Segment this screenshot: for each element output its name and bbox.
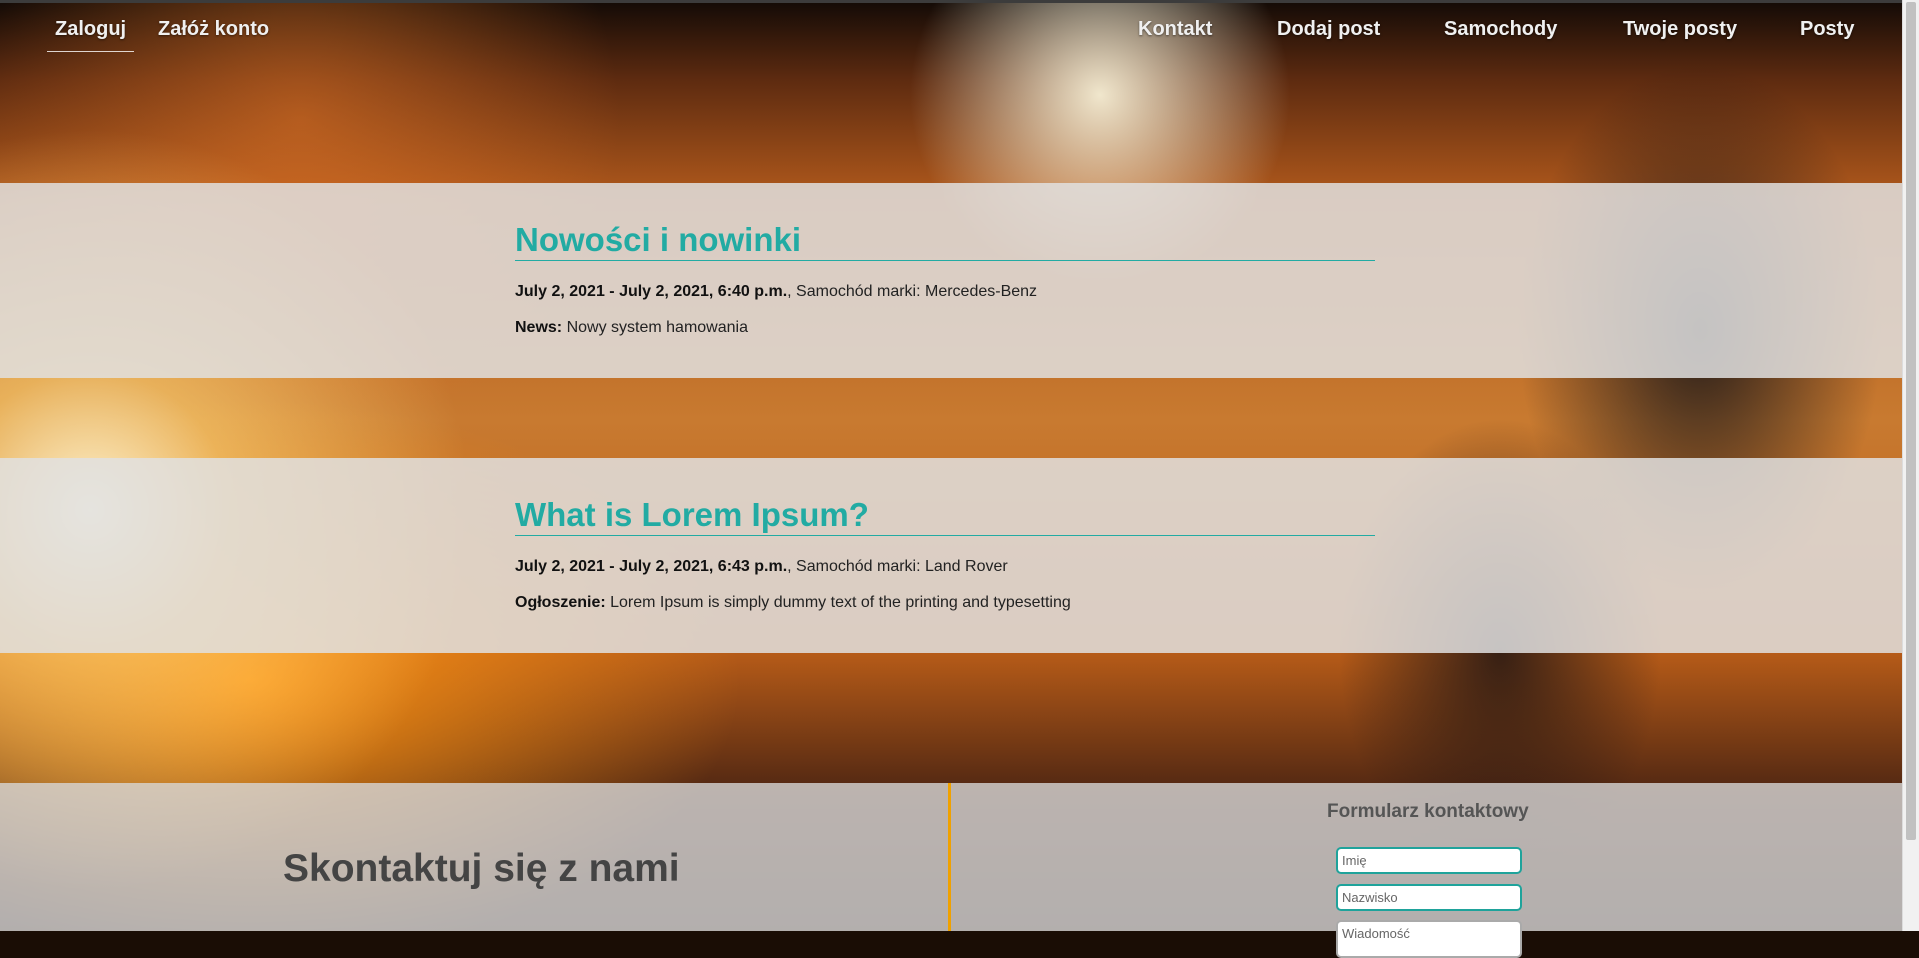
nav-cars-link[interactable]: Samochody — [1444, 18, 1557, 41]
nav-login-link[interactable]: Zaloguj — [47, 18, 135, 52]
nav-posts-link[interactable]: Posty — [1800, 18, 1854, 41]
post-meta: July 2, 2021 - July 2, 2021, 6:40 p.m., … — [515, 283, 1037, 301]
post-text: Nowy system hamowania — [562, 319, 748, 336]
contact-form-title: Formularz kontaktowy — [1327, 801, 1529, 822]
post-title[interactable]: What is Lorem Ipsum? — [515, 496, 1375, 536]
section-divider — [948, 783, 951, 931]
post-brand: , Samochód marki: Land Rover — [787, 558, 1008, 575]
post-kind-label: News: — [515, 319, 563, 336]
scrollbar-thumb[interactable] — [1906, 2, 1916, 840]
post-kind-label: Ogłoszenie: — [515, 594, 606, 611]
post-card: What is Lorem Ipsum? July 2, 2021 - July… — [0, 458, 1903, 653]
page-scrollbar[interactable] — [1902, 0, 1919, 931]
nav-add-post-link[interactable]: Dodaj post — [1277, 18, 1380, 41]
contact-heading: Skontaktuj się z nami — [283, 847, 680, 890]
post-brand: , Samochód marki: Mercedes-Benz — [787, 283, 1038, 300]
nav-contact-link[interactable]: Kontakt — [1138, 18, 1212, 41]
message-field[interactable] — [1336, 920, 1522, 958]
post-title[interactable]: Nowości i nowinki — [515, 221, 1375, 261]
nav-your-posts-link[interactable]: Twoje posty — [1623, 18, 1737, 41]
post-content: Ogłoszenie: Lorem Ipsum is simply dummy … — [515, 594, 1071, 612]
browser-top-border — [0, 0, 1919, 3]
first-name-field[interactable] — [1336, 847, 1522, 874]
post-meta: July 2, 2021 - July 2, 2021, 6:43 p.m., … — [515, 558, 1008, 576]
post-content: News: Nowy system hamowania — [515, 319, 748, 337]
post-date: July 2, 2021 - July 2, 2021, 6:43 p.m. — [515, 558, 788, 575]
post-date: July 2, 2021 - July 2, 2021, 6:40 p.m. — [515, 283, 788, 300]
post-text: Lorem Ipsum is simply dummy text of the … — [605, 594, 1071, 611]
nav-register-link[interactable]: Załóż konto — [158, 18, 269, 41]
last-name-field[interactable] — [1336, 884, 1522, 911]
post-card: Nowości i nowinki July 2, 2021 - July 2,… — [0, 183, 1903, 378]
